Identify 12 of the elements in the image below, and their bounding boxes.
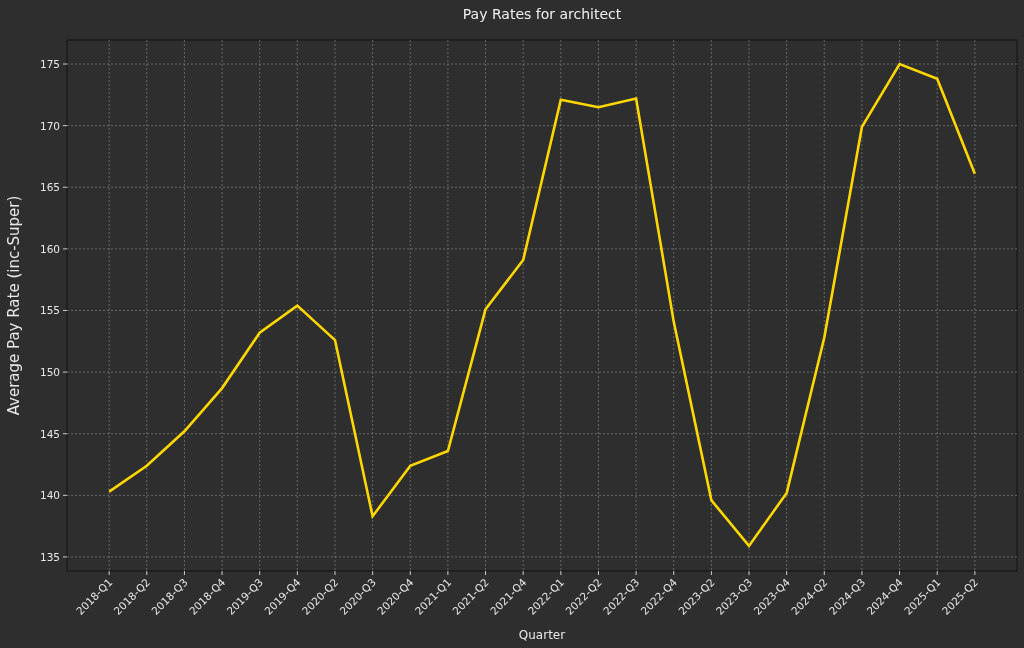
y-tick-label: 170 <box>39 119 60 132</box>
y-tick-label: 165 <box>39 181 60 194</box>
y-tick-label: 155 <box>39 304 60 317</box>
chart-title: Pay Rates for architect <box>462 6 622 22</box>
y-tick-label: 150 <box>39 366 60 379</box>
x-axis-title: Quarter <box>518 628 566 642</box>
y-tick-label: 140 <box>39 489 60 502</box>
y-tick-label: 160 <box>39 242 60 255</box>
y-axis-title: Average Pay Rate (inc-Super) <box>5 195 23 416</box>
y-tick-label: 175 <box>39 58 60 71</box>
y-tick-label: 145 <box>39 427 60 440</box>
y-tick-label: 135 <box>39 550 60 563</box>
